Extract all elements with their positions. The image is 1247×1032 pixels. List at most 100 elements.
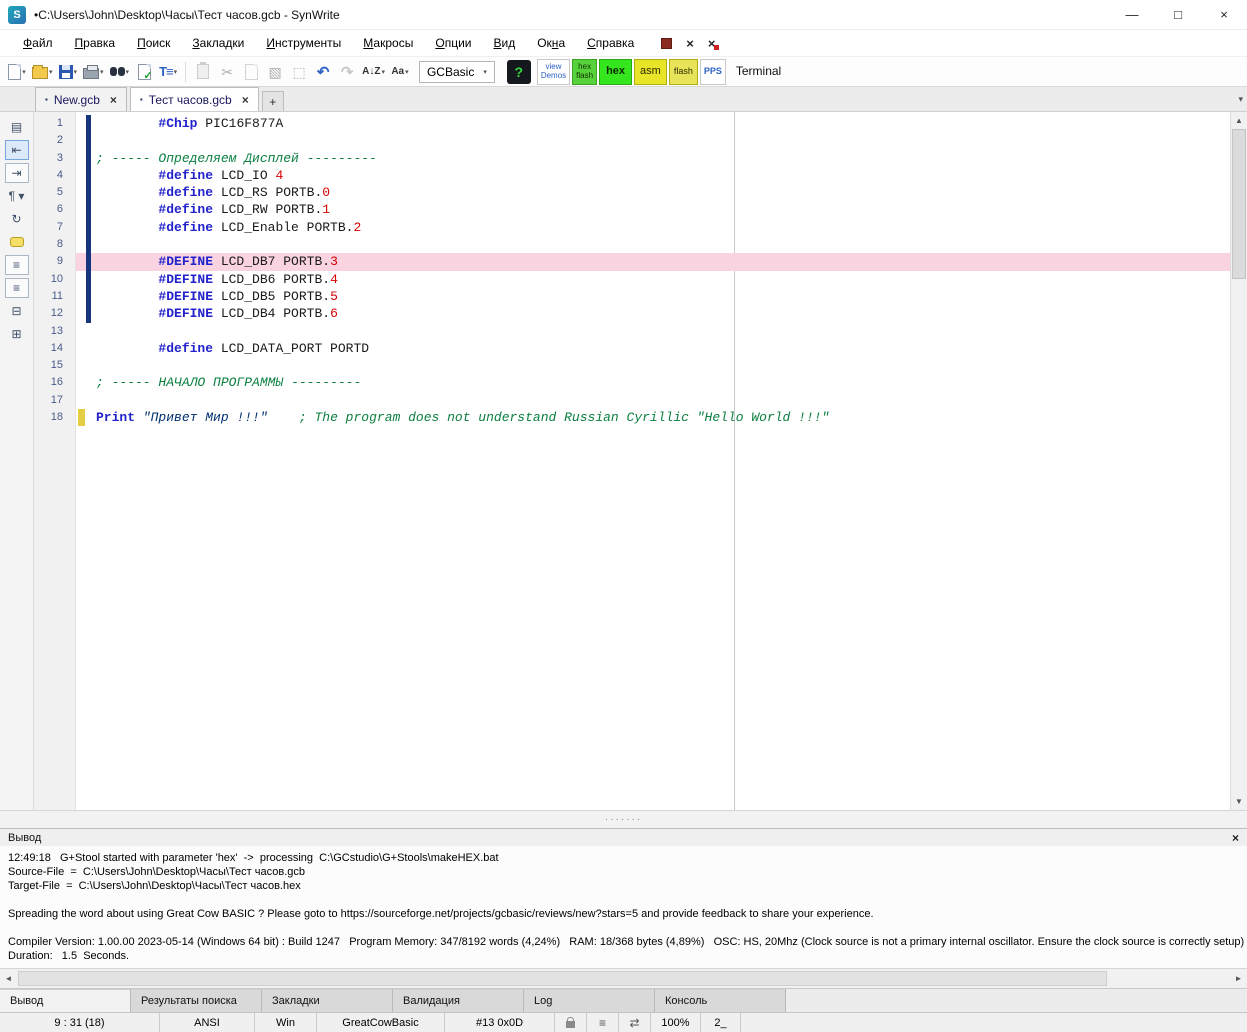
menu-tools[interactable]: Инструменты	[255, 32, 352, 54]
wrap-toggle[interactable]: ≡	[587, 1013, 619, 1032]
mdi-close-all-icon[interactable]: ×	[708, 37, 716, 50]
line-list-icon[interactable]: ≡	[5, 255, 29, 275]
lexer-indicator[interactable]: GreatCowBasic	[317, 1013, 445, 1032]
open-file-button[interactable]: ▾	[30, 60, 55, 84]
hex-button[interactable]: hex	[599, 59, 632, 85]
column-select-button[interactable]: ⬚	[288, 60, 310, 84]
tab-new-gcb[interactable]: ▪New.gcb×	[35, 87, 127, 111]
editor[interactable]: 1 #Chip PIC16F877A23; ----- Определяем Д…	[34, 112, 1230, 810]
view-demos-button[interactable]: view Demos	[537, 59, 570, 85]
panel-splitter[interactable]: ·······	[0, 810, 1247, 828]
paragraph-marks-icon[interactable]: ¶ ▾	[5, 186, 29, 206]
mdi-restore-icon[interactable]	[661, 38, 672, 49]
flash-button[interactable]: flash	[669, 59, 698, 85]
close-button[interactable]: ×	[1201, 0, 1247, 30]
scroll-up-icon[interactable]: ▲	[1231, 112, 1247, 129]
code-line[interactable]: 10 #DEFINE LCD_DB6 PORTB.4	[34, 271, 1230, 288]
tab-list-dropdown[interactable]: ▾	[1238, 94, 1243, 105]
font-size-button[interactable]: Aa▾	[389, 60, 411, 84]
code-line[interactable]: 15	[34, 357, 1230, 374]
select-mode-button[interactable]: ▧	[264, 60, 286, 84]
scroll-left-icon[interactable]: ⇤	[5, 140, 29, 160]
code-line[interactable]: 7 #define LCD_Enable PORTB.2	[34, 219, 1230, 236]
scroll-down-icon[interactable]: ▼	[1231, 793, 1247, 810]
menu-search[interactable]: Поиск	[126, 32, 181, 54]
swap-toggle[interactable]: ⇄	[619, 1013, 651, 1032]
code-line[interactable]: 9 #DEFINE LCD_DB7 PORTB.3	[34, 253, 1230, 270]
tab-close-icon[interactable]: ×	[110, 93, 117, 107]
insert-mode-indicator[interactable]: 2_	[701, 1013, 741, 1032]
output-horizontal-scrollbar[interactable]: ◄ ►	[0, 968, 1247, 988]
scroll-left-icon[interactable]: ◄	[0, 969, 17, 988]
code-line[interactable]: 2	[34, 132, 1230, 149]
snippet-box-icon[interactable]: ⊟	[5, 301, 29, 321]
code-line[interactable]: 8	[34, 236, 1230, 253]
output-close-icon[interactable]: ×	[1232, 831, 1239, 845]
caret-position[interactable]: 9 : 31 (18)	[0, 1013, 160, 1032]
editor-vertical-scrollbar[interactable]: ▲ ▼	[1230, 112, 1247, 810]
new-tab-button[interactable]: +	[262, 91, 284, 111]
sort-grid-icon[interactable]: ⊞	[5, 324, 29, 344]
sort-button[interactable]: A↓Z▾	[360, 60, 387, 84]
menu-options[interactable]: Опции	[424, 32, 482, 54]
undo-button[interactable]: ↶	[312, 60, 334, 84]
refresh-icon[interactable]: ↻	[5, 209, 29, 229]
scroll-right-icon[interactable]: ⇥	[5, 163, 29, 183]
readonly-toggle[interactable]	[555, 1013, 587, 1032]
menu-edit[interactable]: Правка	[64, 32, 127, 54]
code-line[interactable]: 13	[34, 323, 1230, 340]
line-endings-indicator[interactable]: Win	[255, 1013, 317, 1032]
menu-help[interactable]: Справка	[576, 32, 645, 54]
code-line[interactable]: 1 #Chip PIC16F877A	[34, 115, 1230, 132]
code-line[interactable]: 14 #define LCD_DATA_PORT PORTD	[34, 340, 1230, 357]
code-tree-button[interactable]: T≡▾	[157, 60, 179, 84]
gcbasic-logo-icon[interactable]: ?	[507, 60, 531, 84]
save-button[interactable]: ▾	[57, 60, 80, 84]
copy-button[interactable]	[240, 60, 262, 84]
validate-button[interactable]: ✓	[133, 60, 155, 84]
code-line[interactable]: 11 #DEFINE LCD_DB5 PORTB.5	[34, 288, 1230, 305]
comment-bubble-icon[interactable]	[5, 232, 29, 252]
scrollbar-thumb[interactable]	[1232, 129, 1246, 279]
pps-button[interactable]: PPS	[700, 59, 726, 85]
bottom-tab-console[interactable]: Консоль	[655, 989, 786, 1012]
menu-bookmarks[interactable]: Закладки	[181, 32, 255, 54]
lexer-combo[interactable]: GCBasic▾	[419, 61, 495, 83]
mdi-close-icon[interactable]: ×	[686, 37, 694, 50]
menu-windows[interactable]: Окна	[526, 32, 576, 54]
clipboard-panel-icon[interactable]: ▤	[5, 117, 29, 137]
menu-macros[interactable]: Макросы	[352, 32, 424, 54]
zoom-indicator[interactable]: 100%	[651, 1013, 701, 1032]
code-line[interactable]: 3; ----- Определяем Дисплей ---------	[34, 150, 1230, 167]
code-line[interactable]: 5 #define LCD_RS PORTB.0	[34, 184, 1230, 201]
code-line[interactable]: 4 #define LCD_IO 4	[34, 167, 1230, 184]
line-list-alt-icon[interactable]: ≡	[5, 278, 29, 298]
menu-file[interactable]: Файл	[12, 32, 64, 54]
redo-button[interactable]: ↷	[336, 60, 358, 84]
code-line[interactable]: 17	[34, 392, 1230, 409]
code-line[interactable]: 18Print "Привет Мир !!!" ; The program d…	[34, 409, 1230, 426]
print-button[interactable]: ▾	[81, 60, 106, 84]
scrollbar-thumb[interactable]	[18, 971, 1107, 986]
encoding-indicator[interactable]: ANSI	[160, 1013, 255, 1032]
paste-button[interactable]	[192, 60, 214, 84]
tab-close-icon[interactable]: ×	[242, 93, 249, 107]
terminal-button[interactable]: Terminal	[728, 59, 789, 85]
find-button[interactable]: ▾	[108, 60, 132, 84]
bottom-tab-search-results[interactable]: Результаты поиска	[131, 989, 262, 1012]
asm-button[interactable]: asm	[634, 59, 667, 85]
code-line[interactable]: 6 #define LCD_RW PORTB.1	[34, 201, 1230, 218]
scroll-right-icon[interactable]: ►	[1230, 969, 1247, 988]
new-file-button[interactable]: ▾	[6, 60, 28, 84]
bottom-tab-output[interactable]: Вывод	[0, 989, 131, 1012]
maximize-button[interactable]: □	[1155, 0, 1201, 30]
bottom-tab-validation[interactable]: Валидация	[393, 989, 524, 1012]
hex-flash-button[interactable]: hex flash	[572, 59, 597, 85]
tab-test-chasov-gcb[interactable]: ▪Тест часов.gcb×	[130, 87, 259, 111]
code-line[interactable]: 16; ----- НАЧАЛО ПРОГРАММЫ ---------	[34, 374, 1230, 391]
menu-view[interactable]: Вид	[482, 32, 526, 54]
code-line[interactable]: 12 #DEFINE LCD_DB4 PORTB.6	[34, 305, 1230, 322]
cut-button[interactable]: ✂	[216, 60, 238, 84]
bottom-tab-bookmarks[interactable]: Закладки	[262, 989, 393, 1012]
minimize-button[interactable]: —	[1109, 0, 1155, 30]
